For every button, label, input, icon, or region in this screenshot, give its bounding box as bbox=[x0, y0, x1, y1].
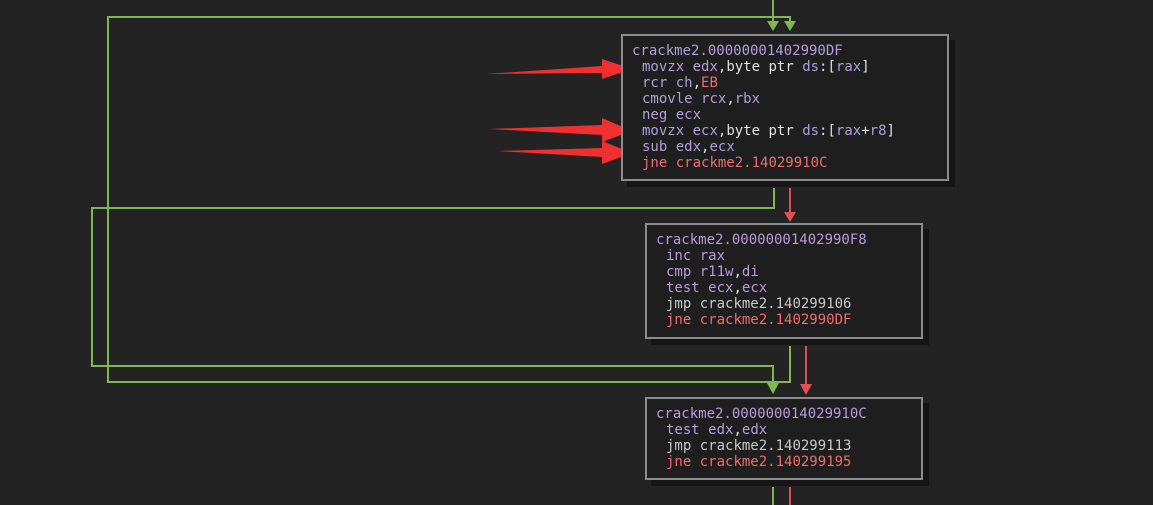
instruction-mnemonic: test bbox=[666, 422, 700, 438]
code-block-3[interactable]: crackme2.000000014029910C test edx,edx jmp… bbox=[645, 397, 923, 480]
instruction-mnemonic: neg bbox=[642, 107, 668, 123]
instruction-operand: r11w bbox=[699, 264, 734, 280]
instruction-operand: rcx bbox=[701, 91, 727, 107]
instruction-line[interactable]: movzx ecx,byte ptr ds:[rax+r8] bbox=[632, 123, 947, 139]
instruction-operand: EB bbox=[701, 75, 718, 91]
instruction-operand: ] bbox=[861, 59, 870, 75]
instruction-line[interactable]: jne crackme2.140299195 bbox=[656, 454, 921, 470]
graph-edges bbox=[91, 0, 812, 505]
instruction-operand: r8 bbox=[869, 123, 887, 139]
instruction-mnemonic: jmp bbox=[666, 438, 692, 454]
instruction-operand: ecx bbox=[741, 280, 768, 296]
arrowhead-red-2 bbox=[800, 384, 812, 395]
instruction-operand: rbx bbox=[734, 91, 761, 107]
instruction-operand: , bbox=[692, 75, 702, 91]
instruction-mnemonic: inc bbox=[666, 248, 692, 264]
instruction-operand: ecx bbox=[708, 280, 734, 296]
instruction-mnemonic: jmp bbox=[666, 296, 692, 312]
instruction-operand: ] bbox=[886, 123, 895, 139]
instruction-operand: crackme2.1402990DF bbox=[699, 312, 852, 328]
instruction-mnemonic: cmovle bbox=[642, 91, 693, 107]
instruction-operand: + bbox=[861, 123, 870, 139]
instruction-operand: rax bbox=[699, 248, 726, 264]
block-label[interactable]: crackme2.00000001402990DF bbox=[632, 43, 947, 59]
instruction-mnemonic: movzx bbox=[642, 59, 685, 75]
instruction-line[interactable]: sub edx,ecx bbox=[632, 139, 947, 155]
instruction-line[interactable]: rcr ch,EB bbox=[632, 75, 947, 91]
instruction-operand: byte ptr bbox=[726, 123, 803, 139]
annotation-arrow-3 bbox=[498, 141, 632, 164]
instruction-line[interactable]: cmp r11w,di bbox=[656, 264, 921, 280]
arrowhead-green-3 bbox=[767, 383, 779, 394]
instruction-operand: ds bbox=[802, 59, 820, 75]
arrowhead-red-1 bbox=[784, 212, 796, 222]
instruction-line[interactable]: jne crackme2.1402990DF bbox=[656, 312, 921, 328]
annotation-arrow-2 bbox=[489, 118, 632, 142]
instruction-operand: crackme2.140299195 bbox=[699, 454, 852, 470]
instruction-operand: , bbox=[733, 422, 742, 438]
instruction-mnemonic: jne bbox=[642, 155, 668, 171]
instruction-line[interactable]: inc rax bbox=[656, 248, 921, 264]
instruction-operand: ds bbox=[802, 123, 820, 139]
arrowhead-green-2 bbox=[784, 21, 796, 31]
instruction-operand: rax bbox=[835, 59, 862, 75]
instruction-operand: crackme2.140299113 bbox=[699, 438, 852, 454]
instruction-mnemonic: movzx bbox=[642, 123, 685, 139]
instruction-mnemonic: cmp bbox=[666, 264, 692, 280]
instruction-operand: ecx bbox=[709, 139, 735, 155]
instruction-operand: , bbox=[726, 91, 735, 107]
instruction-operand: crackme2.140299106 bbox=[699, 296, 852, 312]
annotation-arrows bbox=[486, 59, 632, 164]
instruction-line[interactable]: jmp crackme2.140299113 bbox=[656, 438, 921, 454]
code-block-2[interactable]: crackme2.00000001402990F8 inc rax cmp r11w… bbox=[645, 223, 923, 339]
instruction-operand: byte ptr bbox=[726, 59, 803, 75]
code-block-1[interactable]: crackme2.00000001402990DF movzx edx,byte … bbox=[621, 34, 949, 181]
instruction-operand: ecx bbox=[675, 107, 702, 123]
arrowhead-green-1 bbox=[767, 21, 779, 31]
instruction-line[interactable]: test edx,edx bbox=[656, 422, 921, 438]
instruction-operand: ecx bbox=[692, 123, 718, 139]
instruction-operand: rax bbox=[835, 123, 862, 139]
instruction-operand: crackme2.14029910C bbox=[675, 155, 828, 171]
instruction-mnemonic: jne bbox=[666, 312, 692, 328]
instruction-line[interactable]: movzx edx,byte ptr ds:[rax] bbox=[632, 59, 947, 75]
instruction-mnemonic: sub bbox=[642, 139, 668, 155]
instruction-operand: ch bbox=[675, 75, 693, 91]
instruction-line[interactable]: cmovle rcx,rbx bbox=[632, 91, 947, 107]
instruction-operand: edx bbox=[741, 422, 768, 438]
instruction-line[interactable]: jne crackme2.14029910C bbox=[632, 155, 947, 171]
instruction-operand: , bbox=[733, 264, 742, 280]
instruction-operand: di bbox=[741, 264, 759, 280]
instruction-operand: , bbox=[733, 280, 742, 296]
annotation-arrow-1 bbox=[486, 59, 632, 79]
block-label[interactable]: crackme2.00000001402990F8 bbox=[656, 232, 921, 248]
instruction-mnemonic: test bbox=[666, 280, 700, 296]
instruction-mnemonic: rcr bbox=[642, 75, 668, 91]
instruction-operand: :[ bbox=[819, 59, 836, 75]
instruction-line[interactable]: jmp crackme2.140299106 bbox=[656, 296, 921, 312]
instruction-line[interactable]: test ecx,ecx bbox=[656, 280, 921, 296]
instruction-operand: edx bbox=[675, 139, 702, 155]
instruction-mnemonic: jne bbox=[666, 454, 692, 470]
instruction-line[interactable]: neg ecx bbox=[632, 107, 947, 123]
block-label[interactable]: crackme2.000000014029910C bbox=[656, 406, 921, 422]
instruction-operand: :[ bbox=[819, 123, 836, 139]
instruction-operand: edx bbox=[692, 59, 718, 75]
instruction-operand: edx bbox=[708, 422, 734, 438]
